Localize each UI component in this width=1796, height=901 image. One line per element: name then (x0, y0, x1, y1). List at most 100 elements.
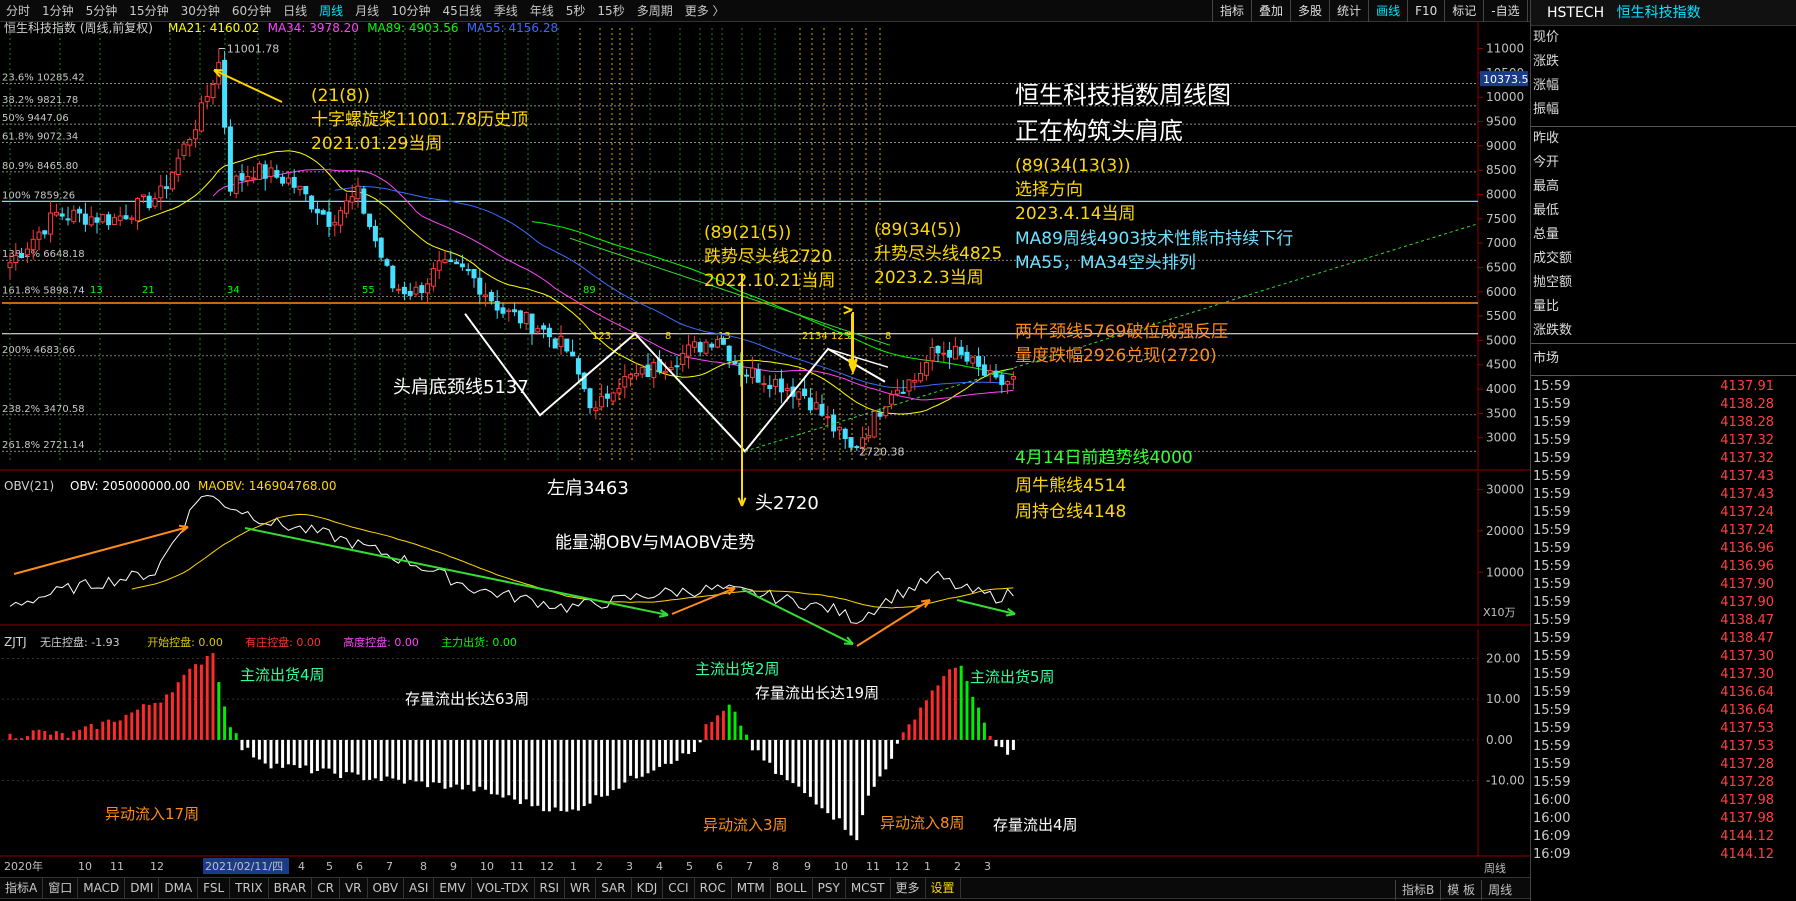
bottom-right-tab-0[interactable]: 指标B (1395, 880, 1440, 900)
tick-time: 16:00 (1533, 811, 1571, 826)
zjtj-y-label: 0.00 (1486, 733, 1513, 747)
indicator-tab-9[interactable]: VR (340, 877, 368, 899)
period-tab-15[interactable]: 多周期 (631, 0, 679, 22)
tick-price: 4137.90 (1720, 577, 1774, 592)
tick-time: 15:59 (1533, 559, 1571, 574)
period-tab-3[interactable]: 15分钟 (123, 0, 174, 22)
zjtj-legend-0: 无庄控盘: -1.93 (40, 635, 120, 649)
bottom-right-tab-2[interactable]: 周线 (1481, 880, 1518, 900)
period-axis-label: 周线 (1484, 861, 1506, 875)
candle (169, 171, 175, 192)
annotation-head: 头2720 (755, 493, 819, 514)
period-tab-1[interactable]: 1分钟 (36, 0, 80, 22)
period-tab-16[interactable]: 更多 〉 (679, 0, 731, 22)
tick-price: 4137.30 (1720, 649, 1774, 664)
y-tick-label: 3000 (1486, 431, 1517, 445)
indicator-tab-21[interactable]: BOLL (771, 877, 813, 899)
tool-toolbar: 指标叠加多股统计画线F10标记-自选返回 (1212, 0, 1566, 22)
indicator-tab-3[interactable]: DMI (125, 877, 160, 899)
tick-price: 4137.24 (1720, 505, 1774, 520)
chart-area[interactable]: 恒生科技指数 (周线,前复权) MA21: 4160.02 MA34: 3978.2… (0, 20, 1530, 877)
candle (564, 338, 570, 354)
period-tab-0[interactable]: 分时 (0, 0, 36, 22)
tool-button-4[interactable]: 画线 (1368, 0, 1407, 22)
period-tab-13[interactable]: 5秒 (560, 0, 592, 22)
tool-button-3[interactable]: 统计 (1329, 0, 1368, 22)
indicator-tab-15[interactable]: WR (565, 877, 597, 899)
chart-svg[interactable]: 恒生科技指数 (周线,前复权) MA21: 4160.02 MA34: 3978.2… (0, 20, 1530, 877)
tool-button-0[interactable]: 指标 (1212, 0, 1251, 22)
tool-button-5[interactable]: F10 (1407, 0, 1444, 22)
x-axis-label: 12 (150, 860, 164, 873)
zjtj-annotation-b: 存量流出长达63周 (405, 690, 529, 708)
indicator-tab-24[interactable]: 更多 (891, 877, 926, 899)
indicator-tab-17[interactable]: KDJ (632, 877, 664, 899)
period-tab-4[interactable]: 30分钟 (175, 0, 226, 22)
fib-time-number: 13 (90, 285, 103, 296)
tick-time: 15:59 (1533, 739, 1571, 754)
tick-price: 4137.91 (1720, 379, 1774, 394)
indicator-tab-12[interactable]: EMV (434, 877, 472, 899)
tick-row: 15:59 4137.32 (1531, 432, 1796, 450)
period-tab-11[interactable]: 季线 (488, 0, 524, 22)
tick-row: 16:09 4144.12 (1531, 846, 1796, 864)
bottom-right-tab-1[interactable]: 模 板 (1440, 880, 1481, 900)
indicator-tab-1[interactable]: 窗口 (43, 877, 79, 899)
tool-button-2[interactable]: 多股 (1290, 0, 1329, 22)
y-tick-label: 11000 (1486, 42, 1524, 56)
y-tick-label: 4000 (1486, 382, 1517, 396)
x-axis-label: 6 (716, 860, 723, 873)
zjtj-annotation-g: 主流出货5周 (970, 668, 1055, 686)
tick-time: 15:59 (1533, 775, 1571, 790)
indicator-tab-5[interactable]: FSL (198, 877, 231, 899)
indicator-tab-23[interactable]: MCST (846, 877, 891, 899)
fib-level-label: 50% 9447.06 (2, 113, 69, 124)
tool-button-7[interactable]: -自选 (1483, 0, 1526, 22)
indicator-tab-0[interactable]: 指标A (0, 877, 44, 899)
indicator-tab-2[interactable]: MACD (78, 877, 126, 899)
annotation-g3: 周持仓线4148 (1015, 502, 1126, 522)
indicator-tab-13[interactable]: VOL-TDX (472, 877, 535, 899)
period-tab-12[interactable]: 年线 (524, 0, 560, 22)
tick-price: 4144.12 (1720, 829, 1774, 844)
annotation-a1: (21(8)) (311, 86, 370, 106)
candle (222, 51, 228, 134)
y-tick-label: 9500 (1486, 115, 1517, 129)
tool-button-6[interactable]: 标记 (1444, 0, 1483, 22)
indicator-tab-6[interactable]: TRIX (230, 877, 269, 899)
indicator-tab-7[interactable]: BRAR (269, 877, 313, 899)
quote-label2-6: 抛空额 (1533, 275, 1573, 290)
period-tab-8[interactable]: 月线 (349, 0, 385, 22)
fib-level-label: 80.9% 8465.80 (2, 161, 78, 172)
indicator-tab-19[interactable]: ROC (695, 877, 732, 899)
tick-list: 15:59 4137.91 15:59 4138.28 15:59 4138.28 15:5… (1531, 375, 1796, 864)
tick-row: 16:09 4144.12 (1531, 828, 1796, 846)
period-tab-14[interactable]: 15秒 (591, 0, 630, 22)
period-tab-6[interactable]: 日线 (277, 0, 313, 22)
x-axis-label: 2 (954, 860, 961, 873)
annotation-b2: 选择方向 (1015, 180, 1083, 200)
indicator-tab-10[interactable]: OBV (368, 877, 405, 899)
indicator-tab-25[interactable]: 设置 (926, 877, 961, 899)
ticker-code: HSTECH (1547, 5, 1605, 21)
indicator-tab-16[interactable]: SAR (596, 877, 632, 899)
tick-row: 15:59 4137.28 (1531, 756, 1796, 774)
indicator-tab-11[interactable]: ASI (404, 877, 435, 899)
indicator-tab-14[interactable]: RSI (535, 877, 566, 899)
tick-price: 4136.64 (1720, 685, 1774, 700)
period-tab-10[interactable]: 45日线 (436, 0, 487, 22)
period-tab-2[interactable]: 5分钟 (80, 0, 124, 22)
indicator-tab-22[interactable]: PSY (813, 877, 846, 899)
indicator-tab-18[interactable]: CCI (663, 877, 695, 899)
indicator-tab-20[interactable]: MTM (732, 877, 771, 899)
annotation-a2: 十字螺旋桨11001.78历史顶 (311, 110, 528, 130)
indicator-tab-4[interactable]: DMA (159, 877, 199, 899)
period-tab-7[interactable]: 周线 (313, 0, 349, 22)
indicator-tab-8[interactable]: CR (312, 877, 340, 899)
tick-row: 15:59 4137.90 (1531, 594, 1796, 612)
tool-button-1[interactable]: 叠加 (1251, 0, 1290, 22)
period-tab-5[interactable]: 60分钟 (226, 0, 277, 22)
period-tab-9[interactable]: 10分钟 (385, 0, 436, 22)
y-tick-label: 8000 (1486, 188, 1517, 202)
candle (581, 371, 587, 392)
